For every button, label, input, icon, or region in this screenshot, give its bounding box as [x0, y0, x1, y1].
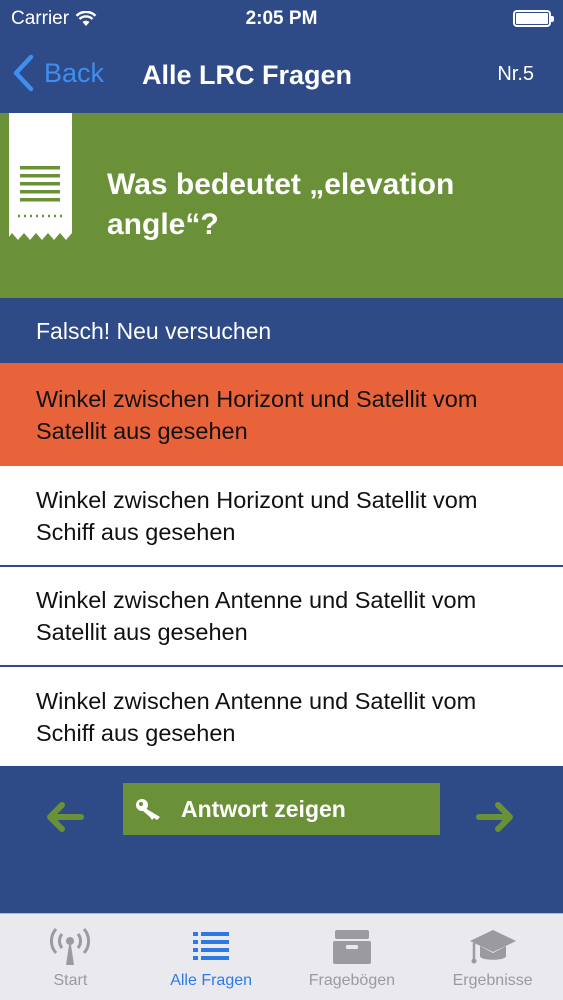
show-answer-label: Antwort zeigen — [181, 795, 346, 822]
answer-text: Winkel zwischen Antenne und Satellit vom… — [36, 587, 477, 645]
arrow-left-icon[interactable] — [46, 802, 84, 832]
battery-icon — [513, 10, 554, 27]
arrow-right-icon[interactable] — [476, 802, 514, 832]
navigation-bar: Back Alle LRC Fragen Nr.5 — [0, 40, 563, 113]
question-number: Nr.5 — [497, 63, 534, 85]
answer-controls: Antwort zeigen — [0, 766, 563, 913]
show-answer-button[interactable]: Antwort zeigen — [123, 783, 440, 835]
tab-frageboegen[interactable]: Fragebögen — [282, 914, 423, 1000]
archive-box-icon — [332, 930, 371, 964]
chevron-left-icon — [13, 54, 34, 92]
tab-alle-fragen[interactable]: Alle Fragen — [141, 914, 282, 1000]
answer-option-4[interactable]: Winkel zwischen Antenne und Satellit vom… — [0, 667, 563, 766]
tab-start[interactable]: Start — [0, 914, 141, 1000]
feedback-text: Falsch! Neu versuchen — [36, 318, 272, 344]
question-text: Was bedeutet „elevation angle“? — [107, 168, 455, 241]
answer-option-3[interactable]: Winkel zwischen Antenne und Satellit vom… — [0, 567, 563, 667]
tab-label: Start — [53, 972, 88, 989]
feedback-banner: Falsch! Neu versuchen — [0, 298, 563, 363]
answer-text: Winkel zwischen Horizont und Satellit vo… — [36, 385, 478, 444]
antenna-icon — [50, 928, 91, 965]
page-title: Alle LRC Fragen — [142, 60, 353, 90]
answer-text: Winkel zwischen Horizont und Satellit vo… — [36, 486, 478, 545]
question-card: Was bedeutet „elevation angle“? — [0, 113, 563, 298]
status-bar: Carrier 2:05 PM — [0, 0, 563, 40]
answer-option-2[interactable]: Winkel zwischen Horizont und Satellit vo… — [0, 466, 563, 567]
tab-label: Fragebögen — [308, 972, 396, 989]
answer-text: Winkel zwischen Antenne und Satellit vom… — [36, 687, 477, 746]
key-icon — [136, 799, 160, 820]
answer-option-1[interactable]: Winkel zwischen Horizont und Satellit vo… — [0, 363, 563, 466]
graduation-cap-icon — [469, 930, 516, 964]
tab-bar: Start Alle Fragen Fragebögen Ergebnisse — [0, 913, 563, 1000]
tab-label: Ergebnisse — [452, 972, 533, 989]
status-time: 2:05 PM — [245, 8, 318, 29]
back-label: Back — [44, 57, 105, 88]
ticket-icon — [9, 113, 72, 240]
list-icon — [193, 932, 230, 960]
back-button[interactable]: Back — [12, 54, 104, 92]
tab-label: Alle Fragen — [170, 972, 253, 989]
tab-ergebnisse[interactable]: Ergebnisse — [422, 914, 563, 1000]
